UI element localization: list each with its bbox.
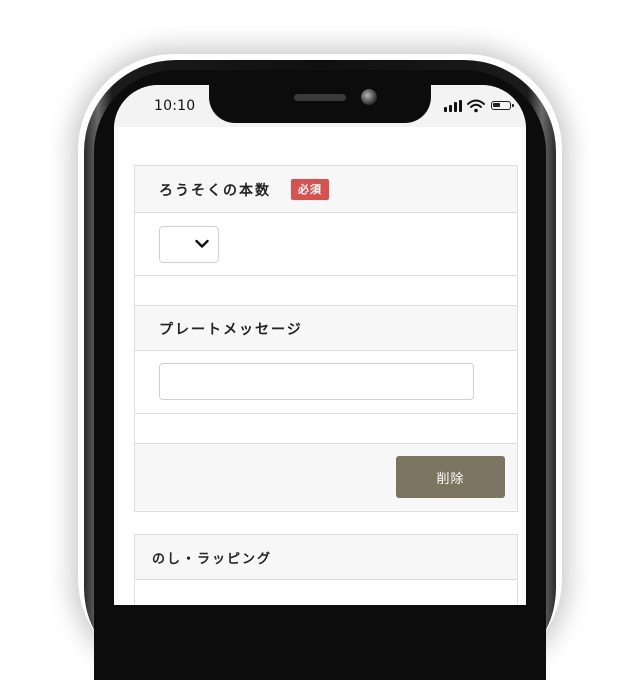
- plate-message-spacer: [135, 413, 517, 443]
- status-time: 10:10: [154, 98, 196, 114]
- candles-section: ろうそくの本数 必須: [134, 165, 518, 306]
- notch: [209, 85, 431, 123]
- camera-icon: [361, 89, 377, 105]
- delete-button[interactable]: 削除: [396, 456, 505, 498]
- plate-message-body: [135, 351, 517, 413]
- plate-message-title: プレートメッセージ: [159, 322, 303, 338]
- phone-screen: 10:10 ろうそくの本数 必須 プレートメッセージ 削除 のし・ラッピング: [114, 85, 526, 605]
- candles-body: [135, 213, 517, 275]
- noshi-header: のし・ラッピング: [135, 535, 517, 580]
- plate-message-header: プレートメッセージ: [135, 305, 517, 351]
- plate-message-input[interactable]: [159, 363, 474, 400]
- plate-message-section: プレートメッセージ 削除: [134, 305, 518, 512]
- chevron-down-icon: [195, 239, 209, 248]
- wifi-icon: [467, 99, 485, 113]
- signal-icon: [444, 99, 464, 113]
- status-bar: 10:10: [114, 85, 526, 127]
- delete-row: 削除: [135, 443, 517, 510]
- noshi-section: のし・ラッピング: [134, 534, 518, 605]
- candles-title: ろうそくの本数: [159, 183, 271, 199]
- speaker-icon: [294, 94, 346, 101]
- required-badge: 必須: [291, 179, 329, 200]
- candles-header: ろうそくの本数 必須: [135, 166, 517, 213]
- battery-icon: [491, 101, 514, 110]
- noshi-title: のし・ラッピング: [152, 552, 273, 567]
- status-icons: [444, 99, 514, 113]
- candles-select[interactable]: [159, 226, 219, 263]
- candles-spacer: [135, 275, 517, 305]
- battery-level: [493, 103, 500, 107]
